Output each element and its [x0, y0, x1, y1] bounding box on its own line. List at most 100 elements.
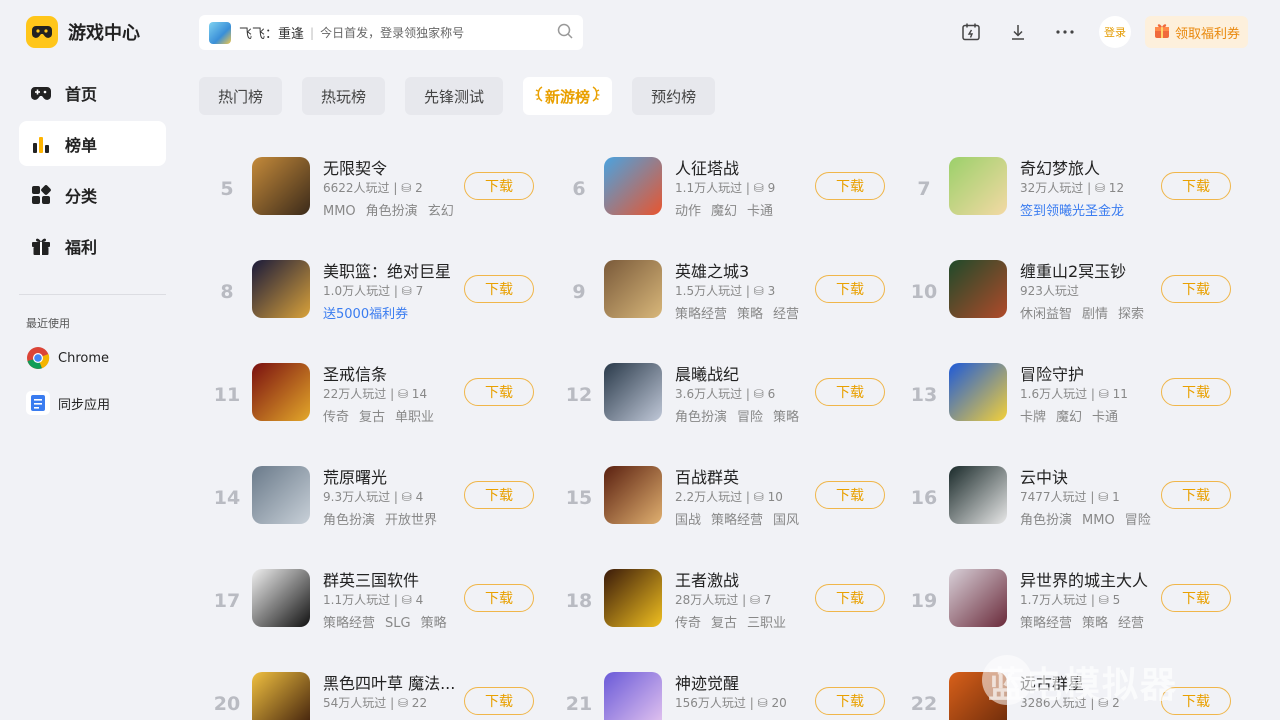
sidebar-divider [19, 294, 166, 295]
game-name[interactable]: 云中诀 [1020, 464, 1068, 488]
game-icon[interactable] [252, 157, 310, 215]
download-button[interactable]: 下载 [1161, 275, 1231, 303]
game-name[interactable]: 晨曦战纪 [675, 361, 739, 385]
download-button[interactable]: 下载 [1161, 172, 1231, 200]
game-tags: 策略经营 策略 经营 [675, 303, 809, 322]
game-card[interactable]: 5 无限契令 6622人玩过 | ⛁ 2 MMO 角色扮演 玄幻 下载 [199, 131, 539, 234]
game-name[interactable]: 百战群英 [675, 464, 739, 488]
game-icon[interactable] [252, 363, 310, 421]
sidebar-item-ranking[interactable]: 榜单 [19, 121, 166, 166]
promo-link[interactable]: 送5000福利券 [323, 303, 408, 322]
game-card[interactable]: 20 黑色四叶草 魔法... 54万人玩过 | ⛁ 22 下载 [199, 646, 539, 720]
rank-number: 18 [565, 590, 593, 612]
gamepad-icon [29, 81, 53, 105]
recent-section-title: 最近使用 [26, 317, 70, 330]
download-button[interactable]: 下载 [1161, 584, 1231, 612]
tab-pioneer-test[interactable]: 先锋测试 [405, 77, 504, 115]
game-card[interactable]: 13 冒险守护 1.6万人玩过 | ⛁ 11 卡牌 魔幻 卡通 下载 [896, 337, 1236, 440]
game-name[interactable]: 荒原曙光 [323, 464, 387, 488]
game-card[interactable]: 8 美职篮：绝对巨星 1.0万人玩过 | ⛁ 7 送5000福利券 下载 [199, 234, 539, 337]
game-icon[interactable] [604, 569, 662, 627]
game-icon[interactable] [604, 672, 662, 720]
recent-item-sync-app[interactable]: 同步应用 [26, 391, 110, 415]
recent-item-chrome[interactable]: Chrome [26, 346, 109, 370]
game-card[interactable]: 12 晨曦战纪 3.6万人玩过 | ⛁ 6 角色扮演 冒险 策略 下载 [551, 337, 891, 440]
game-name[interactable]: 冒险守护 [1020, 361, 1084, 385]
game-icon[interactable] [252, 569, 310, 627]
game-card[interactable]: 11 圣戒信条 22万人玩过 | ⛁ 14 传奇 复古 单职业 下载 [199, 337, 539, 440]
game-card[interactable]: 15 百战群英 2.2万人玩过 | ⛁ 10 国战 策略经营 国风 下载 [551, 440, 891, 543]
game-play-count: 923人玩过 [1020, 284, 1079, 298]
tab-hot[interactable]: 热门榜 [199, 77, 283, 115]
game-tags: 动作 魔幻 卡通 [675, 200, 783, 219]
game-icon[interactable] [252, 260, 310, 318]
game-card[interactable]: 7 奇幻梦旅人 32万人玩过 | ⛁ 12 签到领曦光圣金龙 下载 [896, 131, 1236, 234]
game-icon[interactable] [252, 672, 310, 720]
download-button[interactable]: 下载 [815, 481, 885, 509]
game-name[interactable]: 圣戒信条 [323, 361, 387, 385]
download-button[interactable]: 下载 [464, 481, 534, 509]
game-card[interactable]: 19 异世界的城主大人 1.7万人玩过 | ⛁ 5 策略经营 策略 经营 下载 [896, 543, 1236, 646]
sidebar-item-category[interactable]: 分类 [19, 172, 166, 217]
game-card[interactable]: 10 缠重山2冥玉钞 923人玩过 休闲益智 剧情 探索 下载 [896, 234, 1236, 337]
tab-most-played[interactable]: 热玩榜 [302, 77, 386, 115]
download-button[interactable]: 下载 [815, 275, 885, 303]
tab-reservation[interactable]: 预约榜 [632, 77, 716, 115]
laurel-right-icon [592, 86, 600, 106]
game-name[interactable]: 奇幻梦旅人 [1020, 155, 1100, 179]
game-name[interactable]: 美职篮：绝对巨星 [323, 258, 451, 282]
calendar-icon[interactable] [955, 16, 987, 48]
tab-new-games[interactable]: 新游榜 [523, 77, 613, 115]
game-tags: 策略经营 SLG 策略 [323, 612, 457, 631]
game-name[interactable]: 黑色四叶草 魔法... [323, 670, 455, 694]
game-icon[interactable] [604, 363, 662, 421]
sidebar-item-home[interactable]: 首页 [19, 70, 166, 115]
download-button[interactable]: 下载 [464, 275, 534, 303]
game-name[interactable]: 人征塔战 [675, 155, 739, 179]
game-card[interactable]: 21 神迹觉醒 156万人玩过 | ⛁ 20 下载 [551, 646, 891, 720]
game-name[interactable]: 神迹觉醒 [675, 670, 739, 694]
game-name[interactable]: 异世界的城主大人 [1020, 567, 1148, 591]
download-button[interactable]: 下载 [464, 172, 534, 200]
game-icon[interactable] [604, 157, 662, 215]
download-button[interactable]: 下载 [815, 584, 885, 612]
download-button[interactable]: 下载 [1161, 378, 1231, 406]
game-icon[interactable] [252, 466, 310, 524]
download-button[interactable]: 下载 [464, 687, 534, 715]
game-icon[interactable] [949, 157, 1007, 215]
search-icon[interactable] [557, 23, 573, 43]
game-name[interactable]: 无限契令 [323, 155, 387, 179]
game-name[interactable]: 王者激战 [675, 567, 739, 591]
game-icon[interactable] [604, 260, 662, 318]
claim-coupon-button[interactable]: 领取福利券 [1144, 16, 1248, 48]
sidebar-item-welfare[interactable]: 福利 [19, 223, 166, 268]
game-card[interactable]: 16 云中诀 7477人玩过 | ⛁ 1 角色扮演 MMO 冒险 下载 [896, 440, 1236, 543]
download-button[interactable]: 下载 [815, 378, 885, 406]
download-button[interactable]: 下载 [1161, 481, 1231, 509]
game-icon[interactable] [949, 466, 1007, 524]
game-icon[interactable] [949, 363, 1007, 421]
download-icon[interactable] [1002, 16, 1034, 48]
login-button[interactable]: 登录 [1098, 16, 1131, 48]
game-name[interactable]: 群英三国软件 [323, 567, 419, 591]
game-icon[interactable] [949, 569, 1007, 627]
game-name[interactable]: 英雄之城3 [675, 258, 749, 282]
game-name[interactable]: 缠重山2冥玉钞 [1020, 258, 1126, 282]
download-button[interactable]: 下载 [464, 584, 534, 612]
more-icon[interactable] [1049, 16, 1081, 48]
game-icon[interactable] [949, 260, 1007, 318]
download-button[interactable]: 下载 [815, 687, 885, 715]
game-card[interactable]: 14 荒原曙光 9.3万人玩过 | ⛁ 4 角色扮演 开放世界 下载 [199, 440, 539, 543]
game-card[interactable]: 17 群英三国软件 1.1万人玩过 | ⛁ 4 策略经营 SLG 策略 下载 [199, 543, 539, 646]
promo-link[interactable]: 签到领曦光圣金龙 [1020, 200, 1124, 219]
rank-number: 15 [565, 487, 593, 509]
search-bar[interactable]: 飞飞：重逢 | 今日首发，登录领独家称号 [199, 15, 583, 50]
game-card[interactable]: 18 王者激战 28万人玩过 | ⛁ 7 传奇 复古 三职业 下载 [551, 543, 891, 646]
ranking-tabs: 热门榜 热玩榜 先锋测试 新游榜 预约榜 [199, 77, 716, 115]
game-card[interactable]: 6 人征塔战 1.1万人玩过 | ⛁ 9 动作 魔幻 卡通 下载 [551, 131, 891, 234]
game-icon[interactable] [604, 466, 662, 524]
game-tags: 休闲益智 剧情 探索 [1020, 303, 1154, 322]
download-button[interactable]: 下载 [464, 378, 534, 406]
download-button[interactable]: 下载 [815, 172, 885, 200]
game-card[interactable]: 9 英雄之城3 1.5万人玩过 | ⛁ 3 策略经营 策略 经营 下载 [551, 234, 891, 337]
